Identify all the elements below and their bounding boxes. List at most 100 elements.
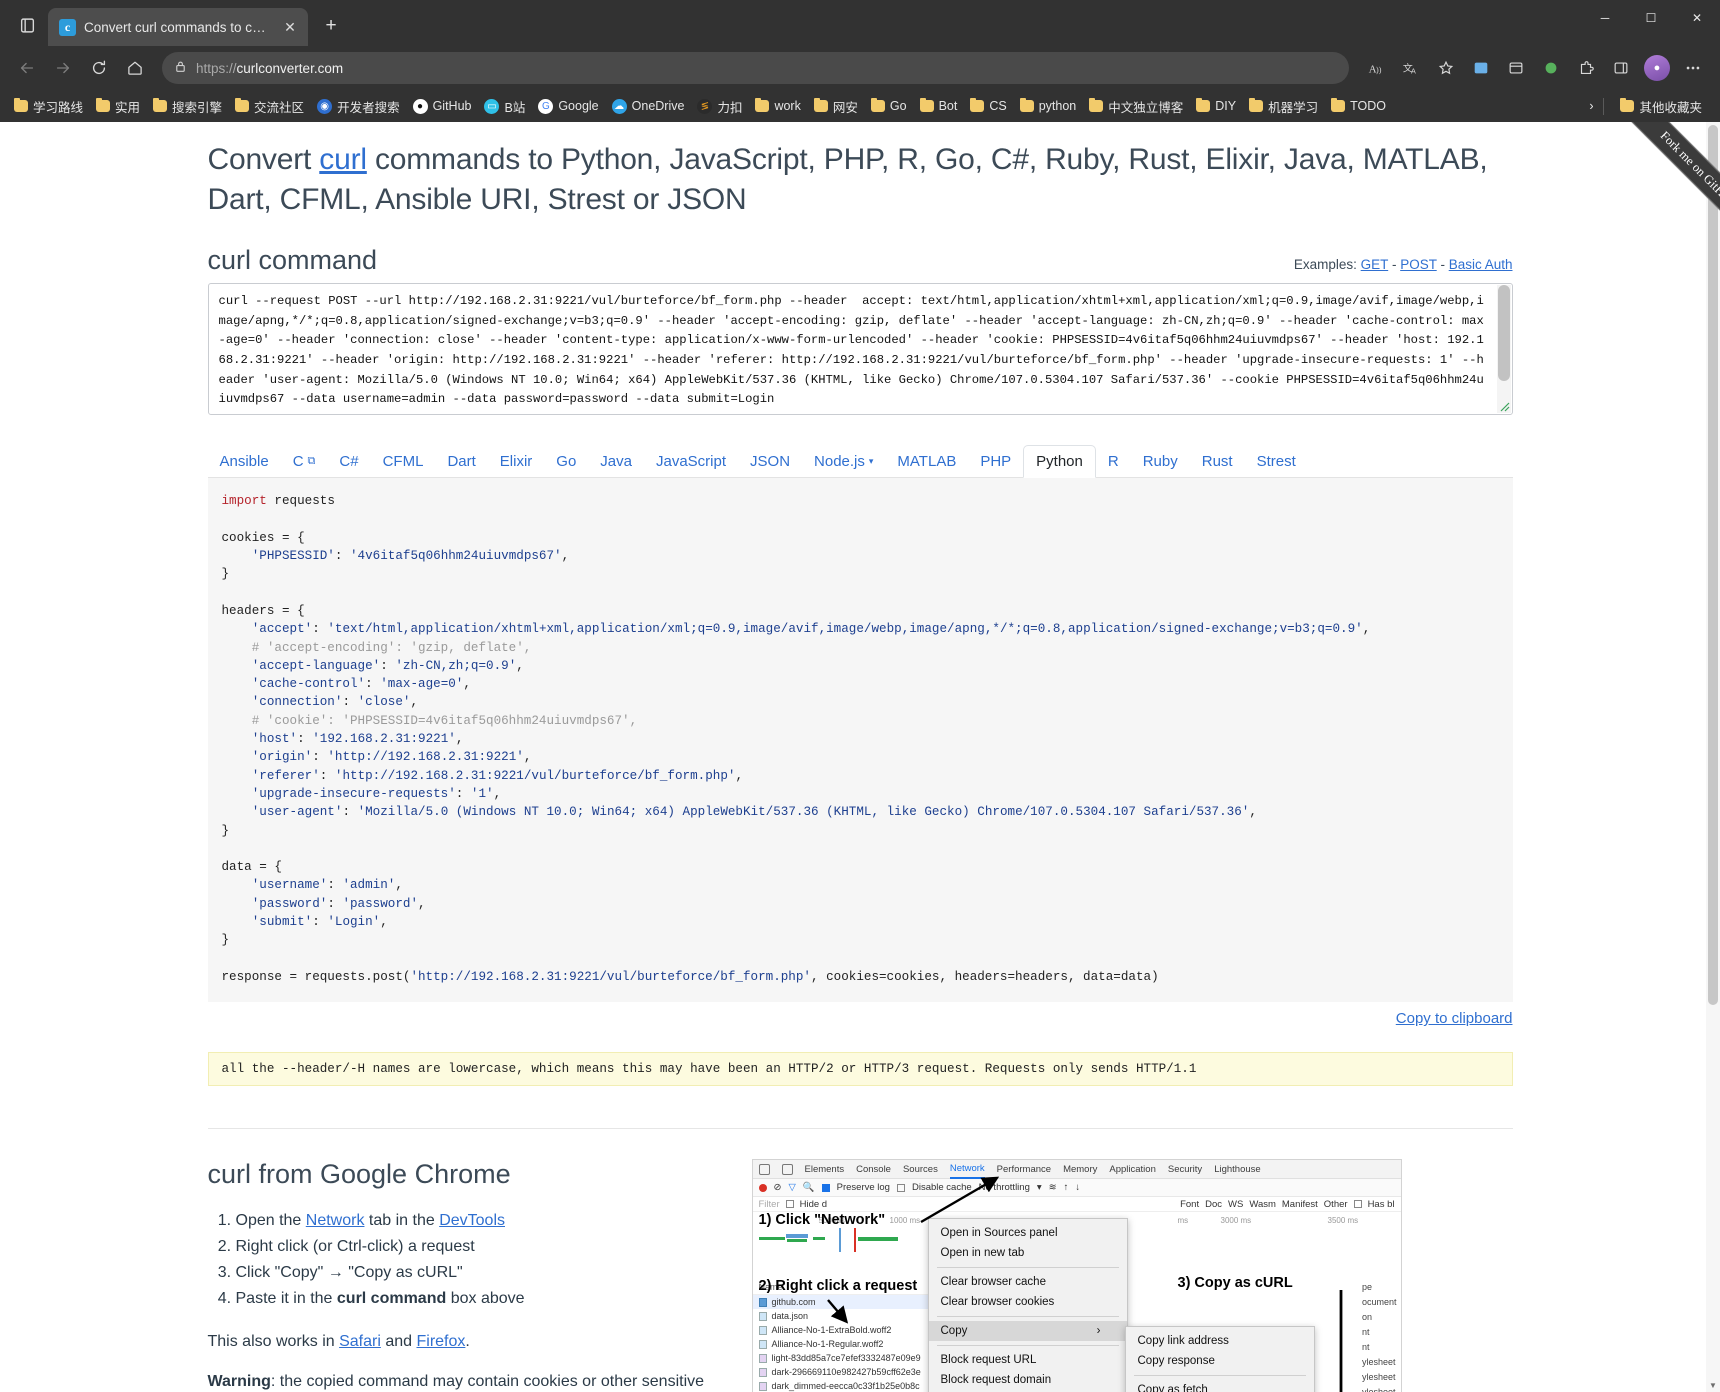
throttling-select[interactable]: No throttling [979, 1182, 1030, 1193]
type-filter-font[interactable]: Font [1180, 1199, 1199, 1210]
bookmark-item-19[interactable]: TODO [1325, 96, 1392, 116]
menu-item-copy-response[interactable]: Copy response [1126, 1351, 1314, 1371]
devtools-tab-application[interactable]: Application [1109, 1164, 1155, 1175]
back-icon[interactable] [10, 51, 44, 85]
reload-icon[interactable] [82, 51, 116, 85]
bookmark-item-17[interactable]: DIY [1190, 96, 1242, 116]
bookmark-item-11[interactable]: 网安 [808, 94, 864, 119]
lang-tab-json[interactable]: JSON [738, 446, 802, 477]
bookmarks-overflow-chevron[interactable]: › [1589, 99, 1593, 113]
lang-tab-node-js[interactable]: Node.js ▾ [802, 446, 885, 477]
home-icon[interactable] [118, 51, 152, 85]
more-options-icon[interactable] [1676, 51, 1710, 85]
split-screen-icon[interactable] [1534, 51, 1568, 85]
curl-scrollbar-thumb[interactable] [1497, 285, 1510, 382]
lang-tab-javascript[interactable]: JavaScript [644, 446, 738, 477]
bookmark-item-15[interactable]: python [1014, 96, 1083, 116]
menu-item-block-request-domain[interactable]: Block request domain [929, 1370, 1127, 1390]
bookmark-item-7[interactable]: G Google [532, 96, 604, 117]
forward-icon[interactable] [46, 51, 80, 85]
tab-actions-icon[interactable] [10, 8, 44, 42]
collections-icon[interactable] [1464, 51, 1498, 85]
lang-tab-c[interactable]: C ⧉ [281, 446, 328, 477]
lang-tab-php[interactable]: PHP [968, 446, 1023, 477]
other-favorites-folder[interactable]: 其他收藏夹 [1614, 94, 1708, 119]
lang-tab-java[interactable]: Java [588, 446, 644, 477]
devtools-tab-sources[interactable]: Sources [903, 1164, 938, 1175]
type-filter-wasm[interactable]: Wasm [1249, 1199, 1276, 1210]
minimize-button[interactable]: ─ [1582, 0, 1628, 36]
type-filter-other[interactable]: Other [1324, 1199, 1348, 1210]
lang-tab-matlab[interactable]: MATLAB [885, 446, 968, 477]
devtools-tab-elements[interactable]: Elements [805, 1164, 845, 1175]
menu-item-copy-link-address[interactable]: Copy link address [1126, 1331, 1314, 1351]
type-filter-ws[interactable]: WS [1228, 1199, 1243, 1210]
lang-tab-strest[interactable]: Strest [1245, 446, 1308, 477]
curl-textarea-scrollbar[interactable] [1496, 285, 1511, 414]
lang-tab-r[interactable]: R [1096, 446, 1131, 477]
extensions-icon[interactable] [1569, 51, 1603, 85]
preserve-log-checkbox[interactable] [821, 1183, 830, 1192]
copy-to-clipboard-link[interactable]: Copy to clipboard [1396, 1010, 1513, 1027]
bookmark-item-13[interactable]: Bot [914, 96, 964, 116]
browser-tab[interactable]: c Convert curl commands to code ✕ [48, 8, 308, 46]
devtools-tab-memory[interactable]: Memory [1063, 1164, 1097, 1175]
browser-sidebar-icon[interactable] [1604, 51, 1638, 85]
menu-item-open-in-new-tab[interactable]: Open in new tab [929, 1243, 1127, 1263]
add-favorite-icon[interactable] [1429, 51, 1463, 85]
bookmark-item-3[interactable]: 交流社区 [229, 94, 310, 119]
wifi-icon[interactable]: ≋ [1049, 1182, 1057, 1193]
lang-tab-go[interactable]: Go [544, 446, 588, 477]
has-blocked-checkbox[interactable] [1353, 1200, 1362, 1209]
menu-item-copy-as-fetch[interactable]: Copy as fetch [1126, 1380, 1314, 1392]
filter-icon[interactable]: ▽ [788, 1182, 795, 1193]
firefox-link[interactable]: Firefox [416, 1333, 465, 1350]
filter-input[interactable]: Filter [759, 1199, 780, 1210]
menu-item-open-in-sources-panel[interactable]: Open in Sources panel [929, 1223, 1127, 1243]
lang-tab-cfml[interactable]: CFML [371, 446, 436, 477]
type-filter-manifest[interactable]: Manifest [1282, 1199, 1318, 1210]
tab-close-icon[interactable]: ✕ [280, 17, 300, 37]
bookmark-item-10[interactable]: work [749, 96, 806, 116]
example-basic-auth-link[interactable]: Basic Auth [1449, 257, 1513, 272]
profile-avatar[interactable]: ● [1644, 55, 1670, 81]
bookmark-item-4[interactable]: ◉ 开发者搜索 [311, 94, 406, 119]
disable-cache-checkbox[interactable] [896, 1183, 905, 1192]
devtools-link[interactable]: DevTools [439, 1212, 505, 1229]
curl-command-input[interactable]: curl --request POST --url http://192.168… [207, 283, 1513, 416]
curl-link[interactable]: curl [319, 143, 367, 176]
lang-tab-python[interactable]: Python [1023, 445, 1096, 479]
bookmark-item-16[interactable]: 中文独立博客 [1083, 94, 1189, 119]
page-scrollbar[interactable]: ▲ ▼ [1706, 122, 1720, 1392]
safari-link[interactable]: Safari [339, 1333, 381, 1350]
read-aloud-icon[interactable]: A)) [1359, 51, 1393, 85]
bookmark-item-9[interactable]: ≶ 力扣 [691, 94, 748, 119]
example-post-link[interactable]: POST [1400, 257, 1437, 272]
close-window-button[interactable]: ✕ [1674, 0, 1720, 36]
network-link[interactable]: Network [306, 1212, 365, 1229]
lang-tab-rust[interactable]: Rust [1190, 446, 1245, 477]
devtools-tab-network[interactable]: Network [949, 1160, 985, 1179]
lang-tab-dart[interactable]: Dart [435, 446, 487, 477]
context-menu-primary[interactable]: Open in Sources panel Open in new tab Clea… [927, 1218, 1128, 1392]
menu-item-block-request-url[interactable]: Block request URL [929, 1350, 1127, 1370]
example-get-link[interactable]: GET [1361, 257, 1389, 272]
devtools-tab-security[interactable]: Security [1168, 1164, 1202, 1175]
translate-icon[interactable]: 文A [1394, 51, 1428, 85]
lang-tab-c-[interactable]: C# [327, 446, 370, 477]
curl-command-text[interactable]: curl --request POST --url http://192.168… [209, 284, 1512, 414]
import-har-icon[interactable]: ↑ [1064, 1182, 1069, 1193]
address-bar[interactable]: https://curlconverter.com [162, 52, 1349, 84]
search-icon[interactable]: 🔍 [803, 1182, 815, 1193]
hide-data-urls-checkbox[interactable] [785, 1200, 794, 1209]
textarea-resize-grip[interactable] [1496, 398, 1510, 412]
menu-item-clear-browser-cache[interactable]: Clear browser cache [929, 1272, 1127, 1292]
lang-tab-elixir[interactable]: Elixir [488, 446, 545, 477]
bookmark-item-8[interactable]: ☁ OneDrive [606, 96, 691, 117]
browser-essentials-icon[interactable] [1499, 51, 1533, 85]
type-filter-doc[interactable]: Doc [1205, 1199, 1222, 1210]
menu-item-clear-browser-cookies[interactable]: Clear browser cookies [929, 1292, 1127, 1312]
chevron-down-icon[interactable]: ▾ [1037, 1182, 1042, 1193]
lang-tab-ruby[interactable]: Ruby [1131, 446, 1190, 477]
page-scrollbar-thumb[interactable] [1708, 125, 1718, 1005]
